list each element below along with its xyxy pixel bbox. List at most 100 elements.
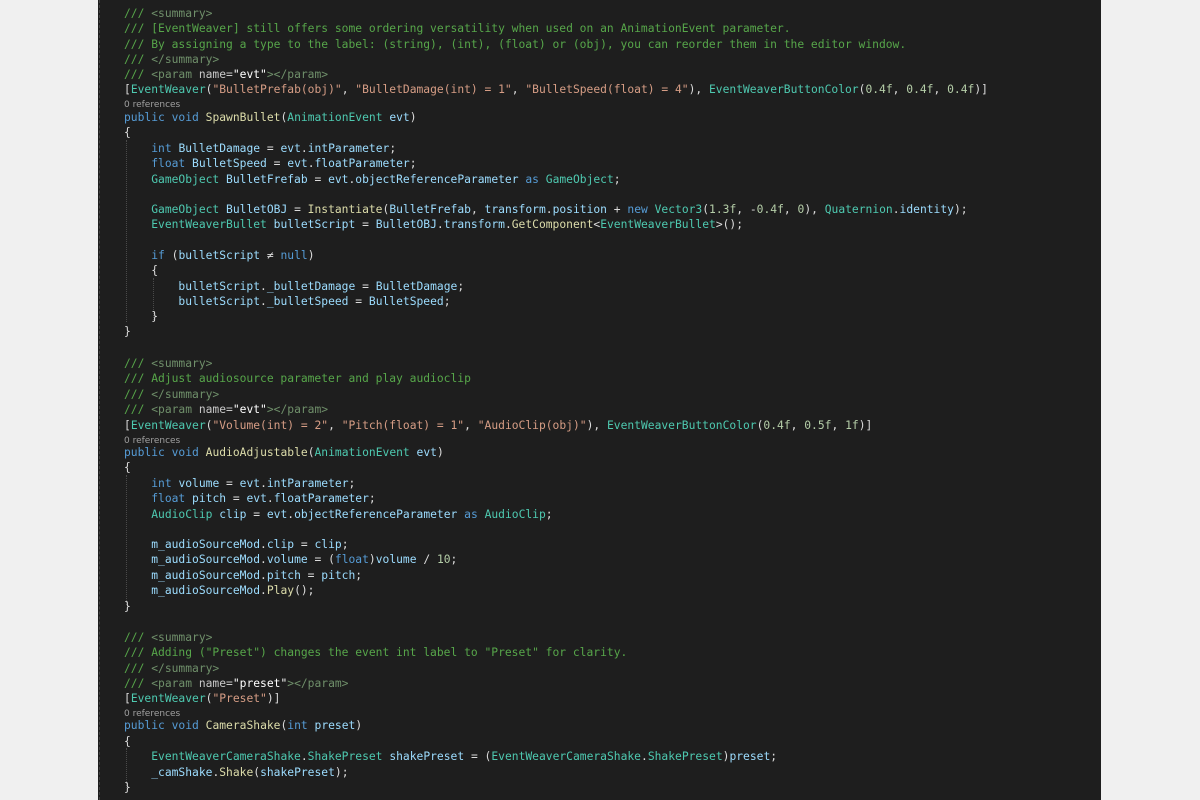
doc-comment-param[interactable]: /// <param name="evt"></param> (124, 67, 328, 82)
code-statement[interactable]: GameObject BulletOBJ = Instantiate(Bulle… (124, 202, 968, 217)
code-token: null (280, 249, 308, 262)
brace-close[interactable]: } (124, 599, 131, 614)
doc-comment-line[interactable]: /// [EventWeaver] still offers some orde… (124, 21, 791, 36)
method-signature-camera-shake[interactable]: public void CameraShake(int preset) (124, 718, 362, 733)
doc-comment-summary-close[interactable]: /// </summary> (124, 661, 219, 676)
brace-close[interactable]: } (124, 309, 158, 324)
attribute-event-weaver[interactable]: [EventWeaver("Preset")] (124, 691, 280, 706)
code-token: { (124, 735, 131, 748)
code-token: shakePreset (260, 766, 335, 779)
method-signature-audio-adjustable[interactable]: public void AudioAdjustable(AnimationEve… (124, 445, 444, 460)
code-token: bulletScript (178, 295, 261, 308)
code-statement[interactable]: m_audioSourceMod.volume = (float)volume … (124, 552, 457, 567)
code-token: "BulletDamage(int) = 1" (355, 83, 512, 96)
code-token: = ( (307, 553, 335, 566)
code-token: [ (124, 419, 131, 432)
code-token: floatParameter (314, 157, 410, 170)
code-statement[interactable]: m_audioSourceMod.Play(); (124, 583, 314, 598)
code-token: AudioClip (484, 508, 546, 521)
code-token: ( (164, 249, 179, 262)
code-token: AudioClip (151, 508, 213, 521)
code-token: ), (586, 419, 607, 432)
code-token: , (341, 83, 356, 96)
code-token: ></param> (287, 677, 349, 690)
code-token: objectReferenceParameter (355, 173, 519, 186)
code-token: volume (266, 553, 308, 566)
code-token: Vector3 (654, 203, 703, 216)
doc-comment-summary-open[interactable]: /// <summary> (124, 6, 212, 21)
doc-comment-line[interactable]: /// Adding ("Preset") changes the event … (124, 645, 627, 660)
code-statement[interactable]: bulletScript._bulletSpeed = BulletSpeed; (124, 294, 450, 309)
brace-open[interactable]: { (124, 125, 131, 140)
code-token: GameObject (151, 203, 220, 216)
code-statement[interactable]: m_audioSourceMod.pitch = pitch; (124, 568, 362, 583)
doc-comment-summary-open[interactable]: /// <summary> (124, 356, 212, 371)
code-token: ); (953, 203, 968, 216)
code-token: EventWeaver (130, 419, 206, 432)
code-token: /// (124, 631, 152, 644)
code-token: BulletSpeed (368, 295, 444, 308)
code-token: /// (124, 388, 152, 401)
doc-comment-param[interactable]: /// <param name="preset"></param> (124, 676, 348, 691)
doc-comment-summary-close[interactable]: /// </summary> (124, 52, 219, 67)
code-editor[interactable]: 0 references 0 references 0 references /… (98, 0, 1101, 800)
if-statement[interactable]: if (bulletScript ≠ null) (124, 248, 315, 263)
code-token: } (124, 310, 159, 323)
code-statement[interactable]: EventWeaverBullet bulletScript = BulletO… (124, 217, 743, 232)
code-statement[interactable]: m_audioSourceMod.clip = clip; (124, 537, 348, 552)
code-token: )] (266, 692, 281, 705)
doc-comment-line[interactable]: /// By assigning a type to the label: (s… (124, 37, 906, 52)
brace-close[interactable]: } (124, 324, 131, 339)
code-token: { (124, 264, 159, 277)
doc-comment-line[interactable]: /// Adjust audiosource parameter and pla… (124, 371, 471, 386)
code-token: float (151, 157, 186, 170)
doc-comment-summary-open[interactable]: /// <summary> (124, 630, 212, 645)
code-statement[interactable]: GameObject BulletFrefab = evt.objectRefe… (124, 172, 620, 187)
code-token: "Volume(int) = 2" (212, 419, 329, 432)
code-token: )] (858, 419, 873, 432)
code-token: CameraShake (205, 719, 281, 732)
code-statement[interactable]: AudioClip clip = evt.objectReferencePara… (124, 507, 552, 522)
method-signature-spawn-bullet[interactable]: public void SpawnBullet(AnimationEvent e… (124, 110, 417, 125)
brace-close[interactable]: } (124, 780, 131, 795)
code-token: m_audioSourceMod (151, 553, 261, 566)
code-token: EventWeaver (130, 83, 206, 96)
brace-open[interactable]: { (124, 734, 131, 749)
attribute-event-weaver[interactable]: [EventWeaver("BulletPrefab(obj)", "Bulle… (124, 82, 988, 97)
code-token: </summary> (151, 53, 220, 66)
doc-comment-summary-close[interactable]: /// </summary> (124, 387, 219, 402)
code-statement[interactable]: float BulletSpeed = evt.floatParameter; (124, 156, 416, 171)
attribute-event-weaver[interactable]: [EventWeaver("Volume(int) = 2", "Pitch(f… (124, 418, 872, 433)
code-token: } (124, 781, 131, 794)
brace-open[interactable]: { (124, 263, 158, 278)
code-token: shakePreset (389, 750, 465, 763)
code-token: ) (409, 111, 417, 124)
code-token: <summary> (151, 357, 213, 370)
code-token: Instantiate (307, 203, 383, 216)
code-token: ) (307, 249, 315, 262)
code-token: void (171, 111, 199, 124)
code-token: BulletDamage (375, 280, 458, 293)
code-statement[interactable]: EventWeaverCameraShake.ShakePreset shake… (124, 749, 777, 764)
code-token: new (627, 203, 648, 216)
code-statement[interactable]: int volume = evt.intParameter; (124, 476, 355, 491)
brace-open[interactable]: { (124, 460, 131, 475)
code-token: . (260, 280, 267, 293)
code-token: /// Adjust audiosource parameter and pla… (124, 372, 471, 385)
doc-comment-param[interactable]: /// <param name="evt"></param> (124, 402, 328, 417)
code-token: + (607, 203, 628, 216)
code-statement[interactable]: int BulletDamage = evt.intParameter; (124, 141, 396, 156)
code-statement[interactable]: _camShake.Shake(shakePreset); (124, 765, 348, 780)
code-token: = (348, 295, 369, 308)
code-statement[interactable]: float pitch = evt.floatParameter; (124, 491, 376, 506)
code-statement[interactable]: bulletScript._bulletDamage = BulletDamag… (124, 279, 464, 294)
code-token: , (933, 83, 948, 96)
code-token: /// (124, 68, 152, 81)
